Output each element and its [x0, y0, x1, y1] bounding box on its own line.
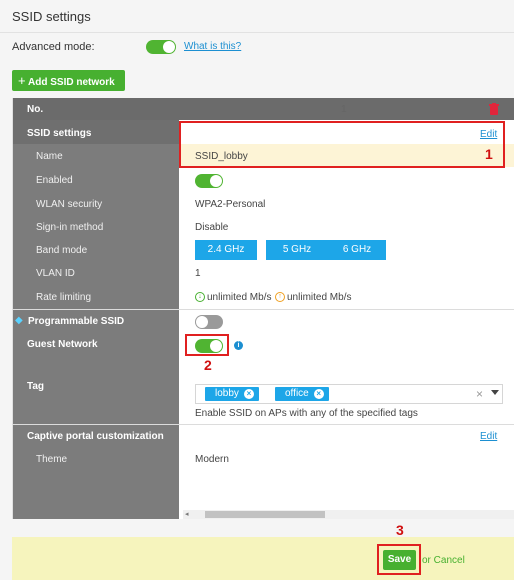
rate-up-value: unlimited Mb/s — [287, 292, 352, 303]
info-icon[interactable]: i — [234, 341, 243, 350]
tag-office-label: office — [285, 388, 309, 399]
footer-bar: 3 Save or Cancel — [12, 522, 514, 580]
horizontal-scrollbar[interactable]: ◂ — [183, 510, 514, 519]
footer-gap — [0, 519, 514, 537]
sign-in-method-label: Sign-in method — [36, 222, 104, 233]
section-divider — [13, 309, 514, 310]
rate-limiting-label: Rate limiting — [36, 292, 92, 303]
theme-label: Theme — [36, 454, 68, 465]
upload-icon: ↑ — [275, 292, 285, 302]
scrollbar-thumb[interactable] — [205, 511, 325, 518]
plus-icon: + — [18, 73, 26, 88]
add-ssid-label: Add SSID network — [28, 77, 115, 88]
annotation-number-3: 3 — [396, 522, 404, 538]
number-row — [13, 98, 514, 120]
cancel-link[interactable]: or Cancel — [422, 555, 465, 566]
annotation-number-2: 2 — [204, 357, 212, 373]
annotation-box-2 — [185, 334, 229, 356]
annotation-number-1: 1 — [485, 146, 493, 162]
ssid-table: No. 1 SSID settings Edit Name SSID_lobby… — [12, 98, 514, 519]
ssid-settings-label: SSID settings — [27, 128, 92, 139]
captive-portal-label: Captive portal customization — [27, 431, 164, 442]
what-is-this-link[interactable]: What is this? — [184, 41, 241, 52]
annotation-box-1 — [179, 121, 505, 168]
remove-tag-icon[interactable]: × — [243, 389, 254, 399]
advanced-mode-toggle[interactable] — [146, 40, 176, 54]
wlan-security-value: WPA2-Personal — [195, 199, 266, 210]
tag-chip-lobby[interactable]: lobby × — [205, 387, 259, 401]
tag-hint: Enable SSID on APs with any of the speci… — [195, 408, 418, 419]
guest-network-label: Guest Network — [27, 339, 98, 350]
band-chip-5ghz[interactable]: 5 GHz — [266, 240, 328, 260]
vlan-id-value: 1 — [195, 268, 201, 279]
advanced-mode-label: Advanced mode: — [12, 41, 95, 53]
vlan-id-label: VLAN ID — [36, 268, 75, 279]
save-button[interactable]: Save — [383, 550, 416, 570]
band-chip-2-4ghz[interactable]: 2.4 GHz — [195, 240, 257, 260]
wlan-security-label: WLAN security — [36, 199, 103, 210]
no-label: No. — [27, 104, 44, 115]
enabled-toggle[interactable] — [195, 174, 223, 188]
band-mode-label: Band mode — [36, 245, 88, 256]
programmable-ssid-toggle[interactable] — [195, 315, 223, 329]
no-value: 1 — [341, 104, 347, 115]
tag-lobby-label: lobby — [215, 388, 239, 399]
name-label: Name — [36, 151, 63, 162]
enabled-label: Enabled — [36, 175, 73, 186]
download-icon: ↓ — [195, 292, 205, 302]
section-divider — [13, 424, 514, 425]
rate-down-value: unlimited Mb/s — [207, 292, 272, 303]
tag-label: Tag — [27, 381, 45, 392]
page-title: SSID settings — [12, 9, 91, 24]
band-chip-6ghz[interactable]: 6 GHz — [328, 240, 386, 260]
edit-captive-link[interactable]: Edit — [480, 431, 497, 442]
chevron-down-icon[interactable] — [491, 390, 499, 395]
clear-tags-icon[interactable]: × — [476, 387, 483, 401]
diamond-icon: ◆ — [15, 315, 23, 326]
add-ssid-network-button[interactable]: + Add SSID network — [12, 70, 125, 91]
trash-icon[interactable] — [489, 103, 499, 115]
remove-tag-icon[interactable]: × — [313, 389, 324, 399]
theme-value: Modern — [195, 454, 229, 465]
header-divider — [0, 32, 514, 33]
programmable-ssid-label: Programmable SSID — [28, 316, 125, 327]
sign-in-method-value: Disable — [195, 222, 229, 233]
tag-chip-office[interactable]: office × — [275, 387, 329, 401]
scroll-left-icon[interactable]: ◂ — [185, 510, 189, 518]
